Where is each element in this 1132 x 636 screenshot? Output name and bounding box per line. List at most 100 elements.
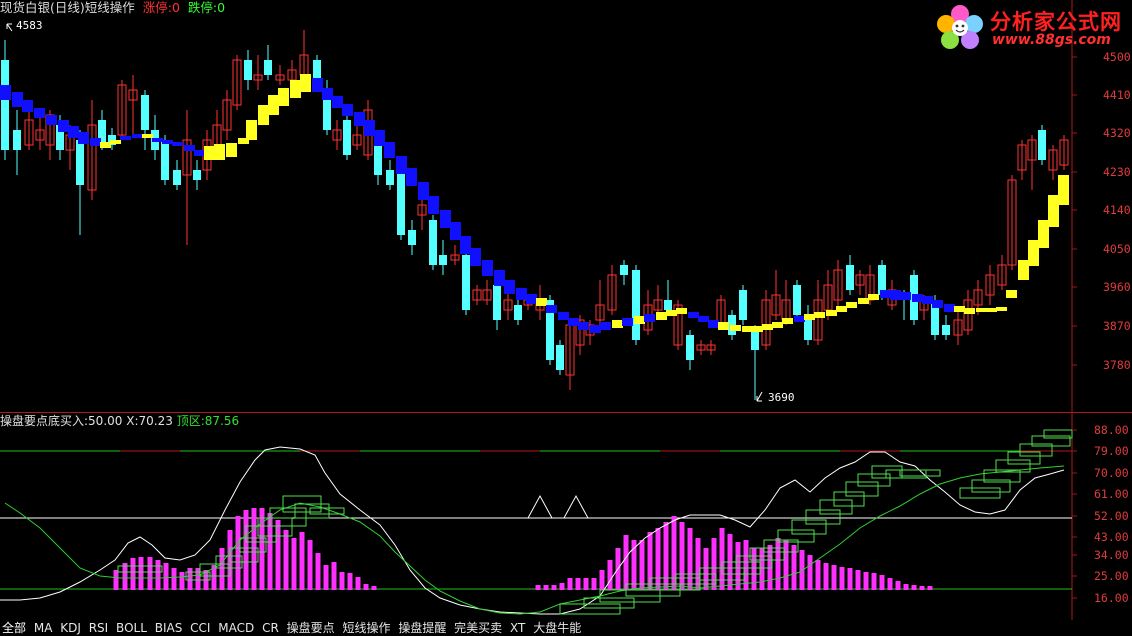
tab-perfect-trade[interactable]: 完美买卖	[452, 620, 504, 636]
band-segment	[868, 294, 879, 300]
tab-xt[interactable]: XT	[508, 620, 527, 636]
histogram-bar	[551, 585, 557, 590]
band-segment	[90, 138, 101, 146]
band-segment	[590, 325, 601, 333]
histogram-bar	[187, 568, 193, 590]
band-segment	[406, 168, 417, 186]
histogram-bar	[839, 567, 845, 590]
limit-down-count: 跌停:0	[187, 0, 226, 15]
indicator-axis-label: 34.00	[1094, 548, 1129, 562]
price-candles	[1, 30, 1069, 400]
candle-body	[76, 140, 84, 185]
candle-body	[264, 60, 272, 75]
candle-body	[462, 255, 470, 310]
histogram-bar	[623, 535, 629, 590]
histogram-bar	[291, 538, 297, 590]
candle-body	[751, 330, 759, 350]
tab-macd[interactable]: MACD	[216, 620, 256, 636]
band-segment	[428, 196, 439, 214]
histogram-bar	[679, 522, 685, 590]
band-segment	[986, 308, 997, 312]
tab-cr[interactable]: CR	[260, 620, 281, 636]
price-axis-label: 3960	[1103, 280, 1131, 294]
price-axis-label: 4230	[1103, 165, 1131, 179]
histogram-bar	[299, 532, 305, 590]
band-segment	[1006, 290, 1017, 298]
tab-kdj[interactable]: KDJ	[58, 620, 83, 636]
tab-all[interactable]: 全部	[0, 620, 28, 636]
histogram-bar	[130, 558, 136, 590]
tab-bias[interactable]: BIAS	[153, 620, 185, 636]
histogram-bar	[919, 586, 925, 590]
band-segment	[162, 140, 173, 144]
band-segment	[312, 78, 323, 92]
histogram-bar	[719, 528, 725, 590]
candle-body	[793, 285, 801, 315]
x-value: 70.23	[138, 414, 173, 428]
tab-cci[interactable]: CCI	[188, 620, 212, 636]
band-segment	[814, 312, 825, 318]
band-segment	[300, 74, 311, 92]
indicator-axis-label: 25.00	[1094, 569, 1129, 583]
tab-short-term[interactable]: 短线操作	[340, 620, 392, 636]
band-segment	[698, 316, 709, 322]
band-segment	[890, 290, 901, 300]
price-axis-label: 4500	[1103, 50, 1131, 64]
signal-box	[583, 597, 635, 609]
indicator-axis-label: 88.00	[1094, 423, 1129, 437]
band-segment	[772, 322, 783, 328]
signal-box	[857, 473, 891, 487]
band-segment	[804, 314, 815, 320]
histogram-bar	[243, 510, 249, 590]
histogram-bar	[879, 575, 885, 590]
tab-rsi[interactable]: RSI	[87, 620, 111, 636]
histogram-bar	[251, 508, 257, 590]
tab-trading-points[interactable]: 操盘要点	[285, 620, 337, 636]
low-marker: 3690	[756, 391, 795, 404]
oscillator-line-green	[4, 465, 1065, 615]
band-segment	[666, 310, 677, 316]
histogram-bar	[171, 568, 177, 590]
histogram-bar	[355, 577, 361, 590]
histogram-bar	[823, 563, 829, 590]
candle-body	[429, 220, 437, 265]
band-segment	[68, 126, 79, 138]
histogram-bar	[307, 540, 313, 590]
candle-body	[686, 335, 694, 360]
candle-body	[664, 300, 672, 310]
band-segment	[184, 145, 195, 151]
tab-ma[interactable]: MA	[32, 620, 55, 636]
top-zone-label: 顶区:	[176, 414, 205, 428]
histogram-bar	[575, 578, 581, 590]
band-segment	[460, 236, 471, 254]
band-segment	[536, 298, 547, 306]
histogram-bar	[751, 548, 757, 590]
band-segment	[58, 120, 69, 132]
band-segment	[794, 316, 805, 322]
histogram-bar	[807, 555, 813, 590]
price-axis-label: 3870	[1103, 319, 1131, 333]
tab-boll[interactable]: BOLL	[114, 620, 149, 636]
oscillator-spikes	[527, 494, 589, 519]
band-segment	[418, 182, 429, 200]
signal-box	[805, 509, 841, 525]
signal-box	[1007, 451, 1041, 465]
band-segment	[996, 307, 1007, 311]
band-segment	[558, 312, 569, 320]
band-segment	[290, 80, 301, 98]
band-segment	[46, 115, 57, 125]
indicator-plot	[0, 429, 1073, 615]
tab-trading-alert[interactable]: 操盘提醒	[396, 620, 448, 636]
histogram-bar	[815, 560, 821, 590]
band-segment	[258, 105, 269, 125]
histogram-bar	[315, 553, 321, 590]
band-segment	[214, 144, 225, 160]
band-segment	[964, 308, 975, 314]
band-segment	[516, 288, 527, 300]
band-segment	[688, 312, 699, 318]
histogram-bar	[775, 538, 781, 590]
candle-body	[514, 305, 522, 320]
band-segment	[504, 280, 515, 294]
svg-text:3690: 3690	[768, 391, 795, 404]
tab-market-bull[interactable]: 大盘牛能	[531, 620, 583, 636]
